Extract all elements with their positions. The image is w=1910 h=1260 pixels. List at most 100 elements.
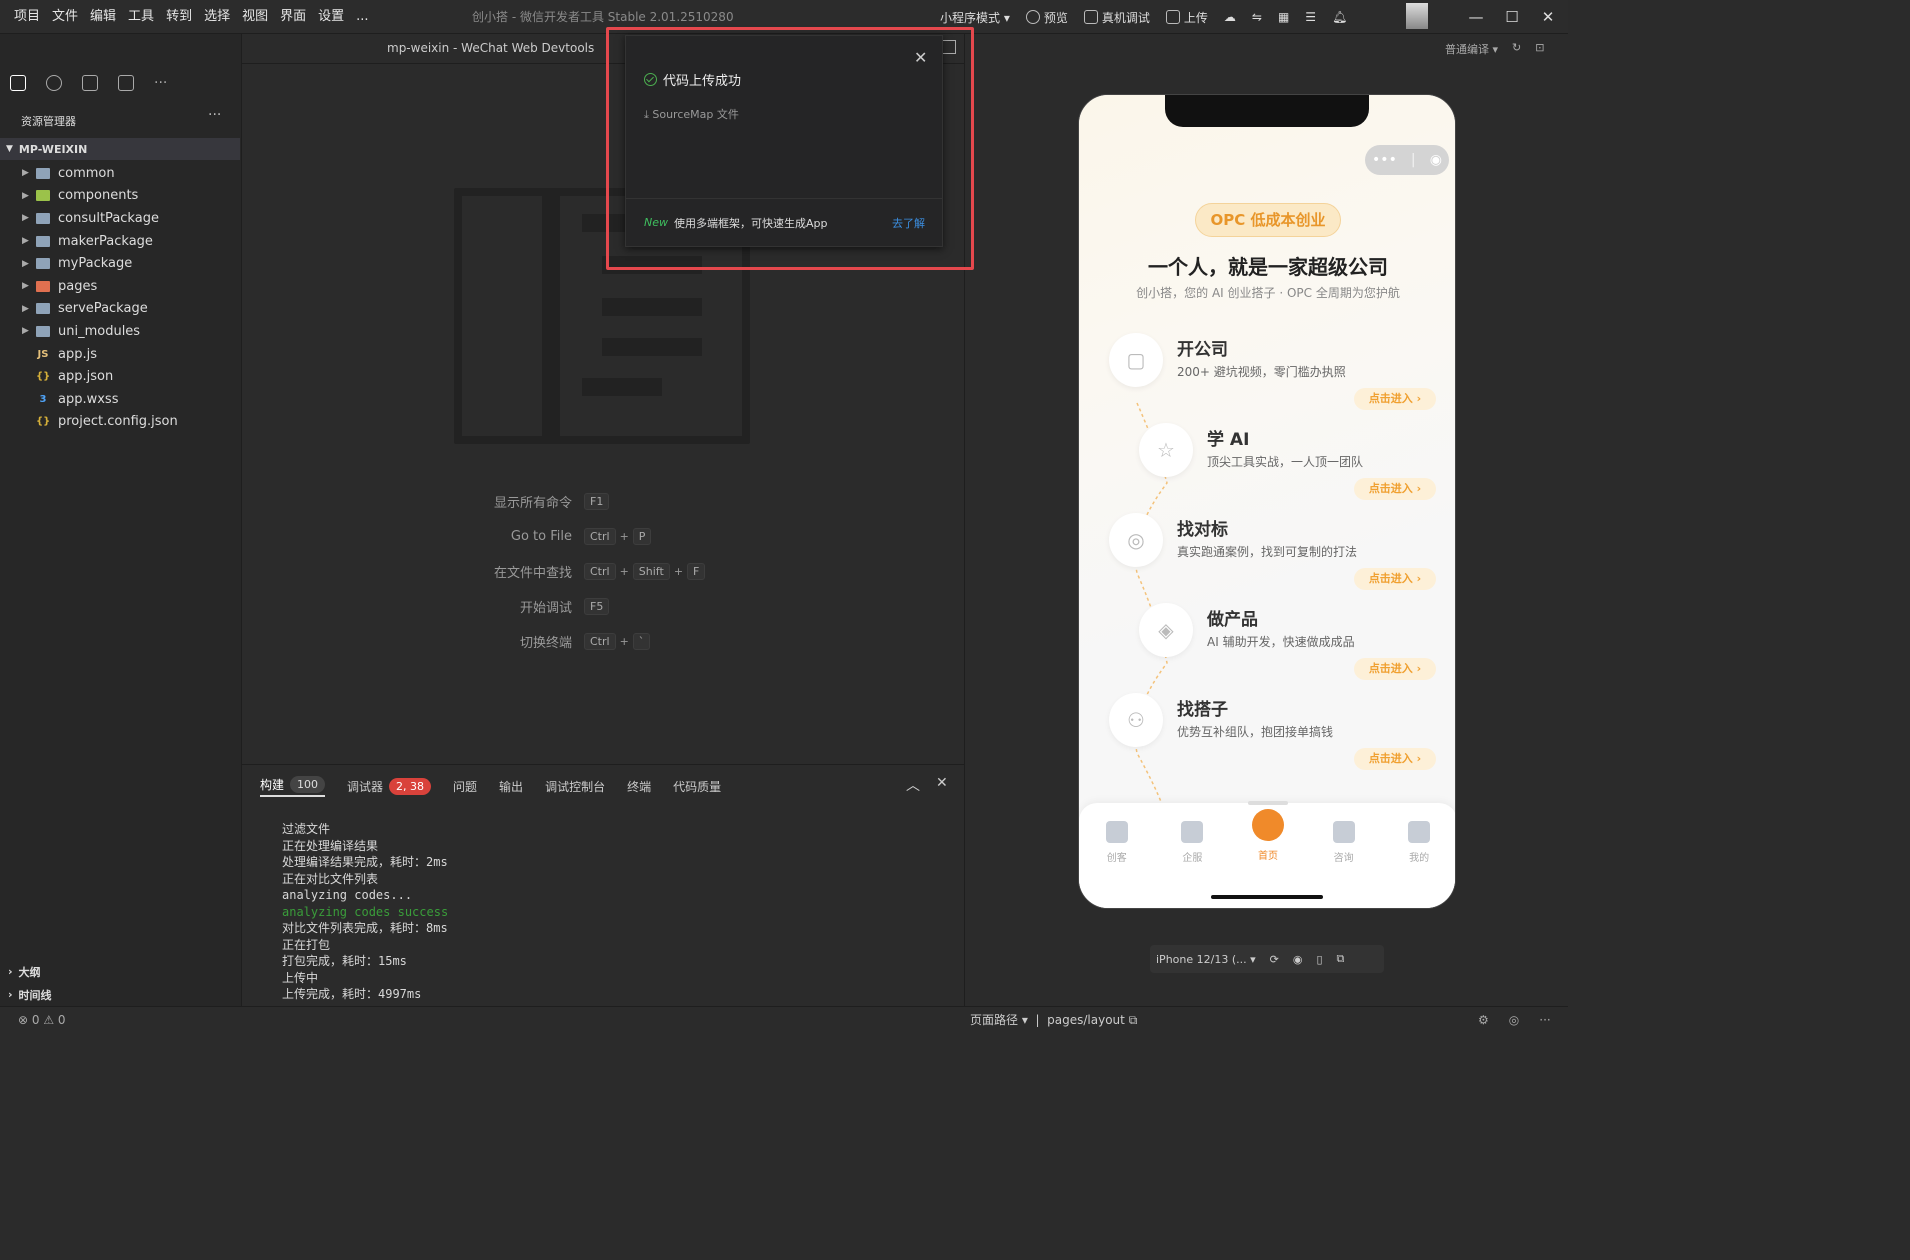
copy-icon[interactable]: ⧉ — [1129, 1013, 1138, 1027]
panel-tab-label: 代码质量 — [673, 779, 722, 794]
refresh-icon[interactable]: ↻ — [1512, 41, 1521, 57]
enter-button[interactable]: 点击进入 › — [1354, 568, 1436, 590]
more-status-icon[interactable]: ··· — [1539, 1007, 1550, 1033]
enter-button[interactable]: 点击进入 › — [1354, 388, 1436, 410]
timeline-section[interactable]: › 时间线 — [0, 983, 240, 1006]
panel-tab[interactable]: 调试控制台 — [545, 775, 605, 797]
panel-tab[interactable]: 构建 100 — [260, 775, 326, 797]
more-icon[interactable]: ··· — [154, 75, 167, 91]
tree-item[interactable]: {} app.json — [0, 365, 240, 388]
menu-item[interactable]: 文件 — [46, 0, 84, 34]
rotate-icon[interactable]: ⟳ — [1270, 953, 1279, 966]
save-icon[interactable]: ⊡ — [1535, 41, 1544, 57]
project-name: MP-WEIXIN — [18, 142, 88, 156]
tab-2[interactable]: 首页 — [1238, 809, 1298, 864]
device-select[interactable]: iPhone 12/13 (... ▾ — [1156, 953, 1256, 966]
tree-item-label: myPackage — [58, 256, 133, 272]
chevron-down-icon: ▼ — [6, 144, 13, 154]
compile-select[interactable]: 普通编译 ▾ — [1445, 41, 1498, 57]
feature-item[interactable]: ⚇ 找搭子 优势互补组队，抱团接单搞钱 点击进入 › — [1109, 693, 1439, 777]
tree-item[interactable]: ▶ pages — [0, 275, 240, 298]
feature-item[interactable]: ▢ 开公司 200+ 避坑视频，零门槛办执照 点击进入 › — [1109, 333, 1439, 417]
close-target-icon[interactable]: ◉ — [1430, 152, 1442, 168]
feature-item[interactable]: ◈ 做产品 AI 辅助开发，快速做成成品 点击进入 › — [1139, 603, 1455, 687]
minimize-icon[interactable]: — — [1458, 8, 1494, 26]
explorer-more-icon[interactable]: ··· — [208, 107, 221, 123]
menu-item[interactable]: 设置 — [312, 0, 350, 34]
list-icon[interactable]: ☰ — [1305, 10, 1316, 24]
bell-icon[interactable]: 🔔︎ — [1332, 10, 1347, 24]
files-icon[interactable] — [10, 75, 26, 91]
feature-item[interactable]: ◎ 找对标 真实跑通案例，找到可复制的打法 点击进入 › — [1109, 513, 1439, 597]
panel-tab[interactable]: 终端 — [627, 775, 651, 797]
maximize-icon[interactable]: ☐ — [1494, 8, 1530, 26]
key-cap: Ctrl — [584, 563, 616, 580]
tree-item[interactable]: ▶ makerPackage — [0, 230, 240, 253]
enter-button[interactable]: 点击进入 › — [1354, 748, 1436, 770]
menu-item[interactable]: 选择 — [198, 0, 236, 34]
tree-item[interactable]: ▶ uni_modules — [0, 320, 240, 343]
preview-button[interactable]: 预览 — [1025, 9, 1068, 26]
eye-status-icon[interactable]: ◎ — [1509, 1007, 1519, 1033]
miniprogram-capsule[interactable]: ••• | ◉ — [1365, 145, 1449, 175]
page-path-label[interactable]: 页面路径 ▾ — [970, 1013, 1028, 1027]
project-root[interactable]: ▼ MP-WEIXIN — [0, 138, 240, 160]
outline-section[interactable]: › 大纲 — [0, 960, 240, 983]
log-line: 上传完成，耗时：4997ms — [282, 987, 422, 1001]
record-icon[interactable]: ◉ — [1293, 953, 1303, 966]
feature-item[interactable]: ☆ 学 AI 顶尖工具实战，一人顶一团队 点击进入 › — [1139, 423, 1455, 507]
mode-select[interactable]: 小程序模式 ▾ — [940, 9, 1010, 26]
menu-item[interactable]: 编辑 — [84, 0, 122, 34]
tree-item[interactable]: JS app.js — [0, 343, 240, 366]
tab-0[interactable]: 创客 — [1087, 821, 1147, 864]
enter-button[interactable]: 点击进入 › — [1354, 658, 1436, 680]
cloud-icon[interactable]: ☁ — [1224, 10, 1236, 24]
activity-bar: ··· — [0, 64, 242, 102]
tab-3[interactable]: 咨询 — [1314, 821, 1374, 864]
close-window-icon[interactable]: ✕ — [1530, 8, 1566, 26]
menu-bar: 项目 文件 编辑 工具 转到 选择 视图 界面 设置... — [8, 0, 375, 34]
tree-item[interactable]: ▶ common — [0, 162, 240, 185]
tree-item[interactable]: ▶ components — [0, 185, 240, 208]
menu-item[interactable]: 转到 — [160, 0, 198, 34]
tree-item[interactable]: ▶ servePackage — [0, 298, 240, 321]
extensions-icon[interactable] — [118, 75, 134, 91]
tree-item[interactable]: 3 app.wxss — [0, 388, 240, 411]
menu-item[interactable]: 项目 — [8, 0, 46, 34]
tree-item[interactable]: ▶ consultPackage — [0, 207, 240, 230]
tab-1[interactable]: 企服 — [1162, 821, 1222, 864]
more-dots-icon[interactable]: ••• — [1372, 152, 1397, 168]
panel-tab[interactable]: 输出 — [499, 775, 523, 797]
page-path-value: pages/layout — [1047, 1013, 1125, 1027]
tab-label: 咨询 — [1333, 853, 1354, 864]
panel-tab[interactable]: 代码质量 — [673, 775, 721, 797]
menu-item[interactable]: ... — [350, 0, 374, 34]
swap-icon[interactable]: ⇋ — [1252, 10, 1262, 24]
close-panel-icon[interactable]: ✕ — [936, 775, 948, 795]
user-add-icon: ⚇ — [1109, 693, 1163, 747]
menu-item[interactable]: 工具 — [122, 0, 160, 34]
layout-icon[interactable]: ▦ — [1278, 10, 1289, 24]
tree-item[interactable]: ▶ myPackage — [0, 252, 240, 275]
key-plus: + — [619, 565, 629, 578]
device-debug-button[interactable]: 真机调试 — [1083, 9, 1150, 26]
tab-4[interactable]: 我的 — [1389, 821, 1449, 864]
phone-icon[interactable]: ▯ — [1316, 953, 1322, 966]
feature-title: 开公司 — [1177, 340, 1228, 360]
upload-button[interactable]: 上传 — [1165, 9, 1208, 26]
chevron-up-icon[interactable]: ︿ — [906, 775, 920, 795]
menu-item[interactable]: 界面 — [274, 0, 312, 34]
popout-icon[interactable]: ⧉ — [1337, 952, 1345, 966]
menu-item[interactable]: 视图 — [236, 0, 274, 34]
tab-icon — [1251, 809, 1284, 841]
source-control-icon[interactable] — [82, 75, 98, 91]
enter-button[interactable]: 点击进入 › — [1354, 478, 1436, 500]
tab-bar: 创客 企服 首页 咨询 我的 — [1079, 801, 1455, 908]
panel-tab[interactable]: 问题 — [453, 775, 477, 797]
avatar[interactable] — [1406, 3, 1428, 29]
tree-item[interactable]: {} project.config.json — [0, 411, 240, 434]
problem-count[interactable]: ⊗ 0 ⚠ 0 — [18, 1007, 66, 1033]
bug-status-icon[interactable]: ⚙ — [1478, 1007, 1489, 1033]
search-icon[interactable] — [46, 75, 62, 91]
panel-tab[interactable]: 调试器 2, 38 — [347, 775, 432, 797]
